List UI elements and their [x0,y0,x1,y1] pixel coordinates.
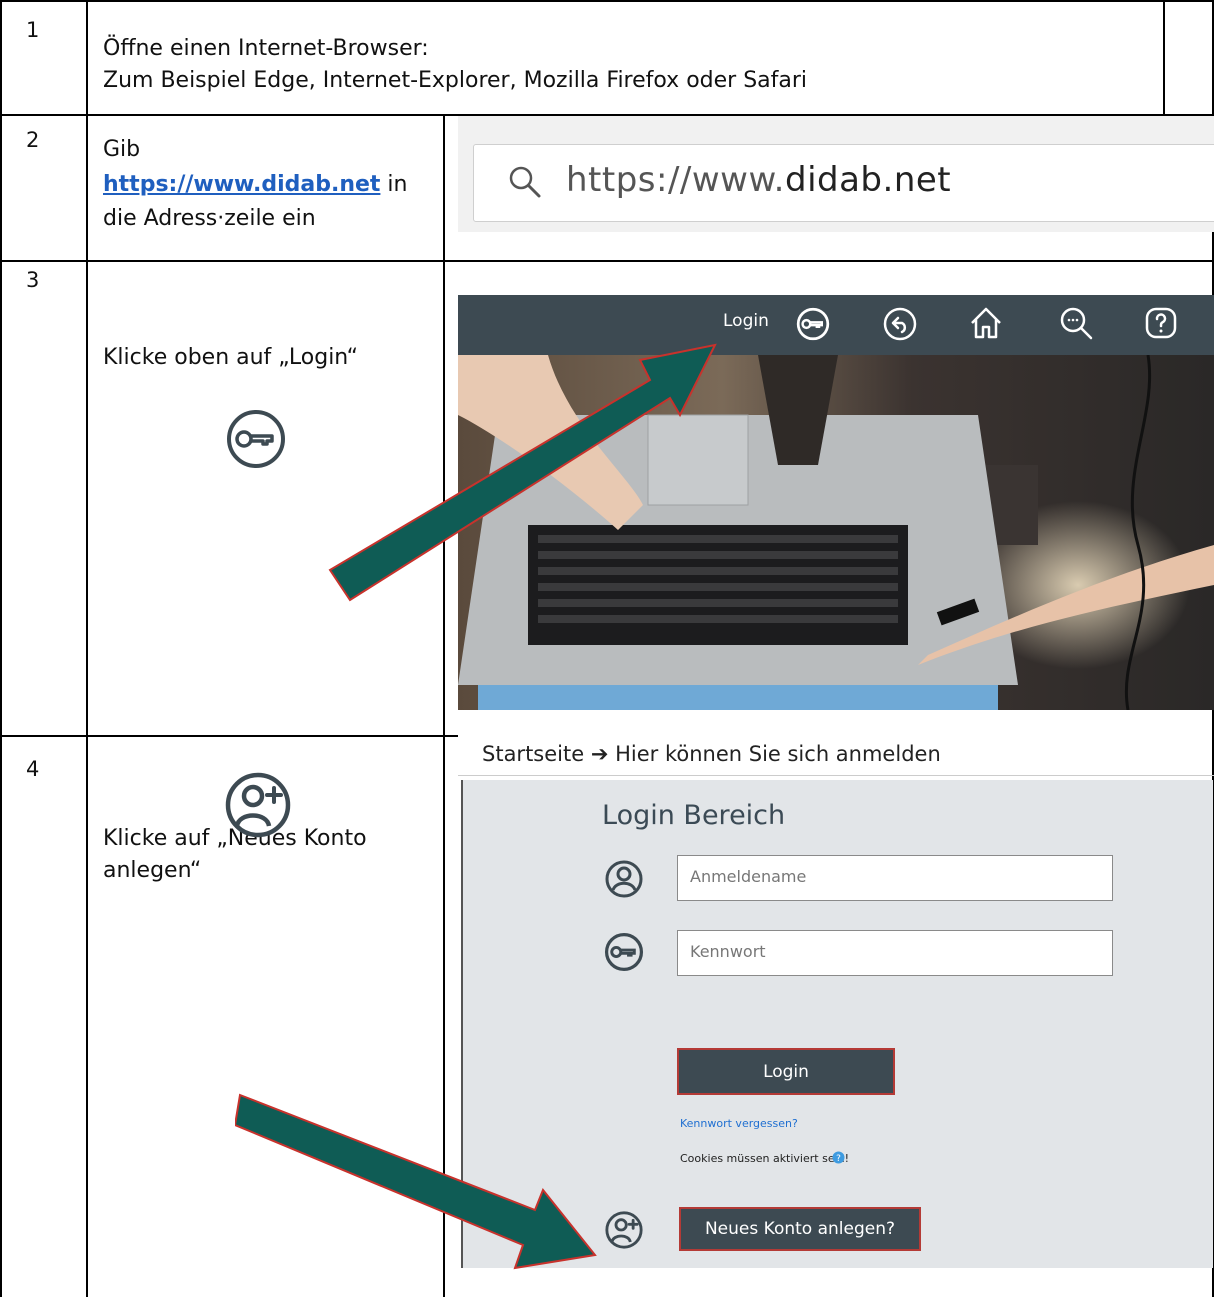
search-icon[interactable] [1058,305,1094,341]
add-user-icon [605,1211,643,1249]
key-icon [227,410,285,468]
address-domain: didab.net [784,160,952,200]
step-number: 3 [26,268,40,292]
help-icon[interactable] [1144,306,1178,340]
nav-login-link[interactable]: Login [723,311,769,331]
user-icon [605,860,643,898]
step-number: 1 [26,18,40,42]
grid-line [0,735,458,737]
search-icon [509,166,541,198]
home-icon[interactable] [968,305,1004,341]
help-icon[interactable]: ? [832,1151,845,1164]
step-1-line-1: Öffne einen Internet-Browser: [103,36,429,61]
forgot-password-link[interactable]: Kennwort vergessen? [680,1117,798,1130]
svg-text:?: ? [836,1154,841,1164]
step-2-link-line: https://www.didab.net in [103,169,407,200]
grid-line [86,0,88,1297]
pointer-arrow [235,1093,597,1270]
grid-line [1163,0,1165,116]
step-1-line-2: Zum Beispiel Edge, Internet-Explorer, Mo… [103,68,808,93]
step-4-line-2: anlegen“ [103,858,202,883]
step-number: 4 [26,757,40,781]
step-number: 2 [26,128,40,152]
grid-line [0,0,1214,2]
breadcrumb: Startseite ➔ Hier können Sie sich anmeld… [482,742,941,766]
back-icon[interactable] [883,307,917,341]
step-2-post: in [387,172,408,197]
grid-line [0,0,2,1297]
key-icon[interactable] [796,307,830,341]
key-icon [604,932,644,972]
password-input[interactable]: Kennwort [677,930,1113,976]
login-button[interactable]: Login [677,1048,895,1095]
address-bar[interactable]: https://www.didab.net [473,144,1214,222]
divider [458,775,1214,776]
address-text: https://www.didab.net [566,160,951,200]
login-title: Login Bereich [602,800,786,831]
address-prefix: https://www. [566,160,785,200]
step-2-pre: Gib [103,137,141,162]
pointer-arrow [328,343,717,602]
address-bar-screenshot: https://www.didab.net [458,116,1214,232]
cookies-note: Cookies müssen aktiviert sein! [680,1152,850,1165]
step-2-post-2: die Adress·zeile ein [103,206,316,231]
didab-link[interactable]: https://www.didab.net [103,172,380,197]
password-placeholder: Kennwort [690,942,766,961]
username-placeholder: Anmeldename [690,867,807,886]
add-user-icon [225,772,291,838]
new-account-button[interactable]: Neues Konto anlegen? [679,1207,921,1251]
username-input[interactable]: Anmeldename [677,855,1113,901]
grid-line [0,260,1214,262]
